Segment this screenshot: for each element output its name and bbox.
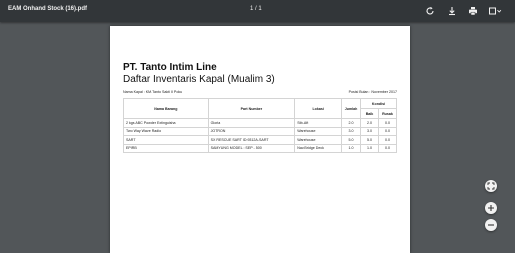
cell-part-number: SAMYUNG MODEL : SEP - 500 [207,143,296,153]
header-part-number: Part Number [207,98,296,119]
cell-quantity: 1.0 [341,143,362,153]
table-row: EPIRB SAMYUNG MODEL : SEP - 500 Nav.Brid… [123,143,398,153]
cell-location: Warehouse [294,126,343,136]
cell-item-name: SART [123,135,209,145]
cell-part-number: SX RESCUE SART ID:9312A-SART [207,135,296,145]
cell-quantity: 3.0 [341,126,362,136]
document-viewer[interactable]: PT. Tanto Intim Line Daftar Inventaris K… [0,22,515,253]
cell-good: 2.0 [360,118,379,128]
cell-good: 5.0 [360,135,379,145]
download-icon[interactable] [446,5,458,17]
cell-item-name: 2 kgs ABC Powder Extinguisha [123,118,209,128]
page-indicator: 1 / 1 [250,6,262,12]
cell-damaged: 0.0 [377,143,398,153]
rotate-icon[interactable] [424,5,436,17]
period-position: Posisi Bulan : November 2017 [348,90,397,94]
cell-part-number: JOTRON [207,126,296,136]
cell-item-name: EPIRB [123,143,209,153]
cell-damaged: 0.0 [377,126,398,136]
header-condition: Kondisi [360,98,397,109]
fit-page-icon[interactable] [485,180,497,192]
inventory-table: Nama Barang Part Number Lokasi Jumlah Ko… [123,98,398,153]
pdf-page: PT. Tanto Intim Line Daftar Inventaris K… [110,26,410,253]
cell-damaged: 0.0 [377,118,398,128]
header-quantity: Jumlah [341,98,362,119]
cell-quantity: 2.0 [341,118,362,128]
header-location: Lokasi [294,98,343,119]
table-row: SART SX RESCUE SART ID:9312A-SART Wareho… [123,135,398,145]
cell-good: 3.0 [360,126,379,136]
cell-damaged: 0.0 [377,135,398,145]
zoom-in-icon[interactable] [485,202,497,214]
print-icon[interactable] [467,5,479,17]
cell-location: Warehouse [294,135,343,145]
header-item-name: Nama Barang [123,98,209,119]
header-damaged: Rusak [377,108,398,119]
header-good: Baik [360,108,379,119]
document-title: EAM Onhand Stock (16).pdf [8,6,88,12]
cell-part-number: Gloria [207,118,296,128]
company-name: PT. Tanto Intim Line [123,62,217,73]
zoom-out-icon[interactable] [485,219,497,231]
table-row: 2 kgs ABC Powder Extinguisha Gloria Stb-… [123,118,398,128]
more-options-icon[interactable] [487,5,503,17]
cell-item-name: Two Way Wave Radio [123,126,209,136]
cell-quantity: 5.0 [341,135,362,145]
document-heading: Daftar Inventaris Kapal (Mualim 3) [123,74,275,85]
cell-good: 1.0 [360,143,379,153]
cell-location: Nav.Bridge Deck [294,143,343,153]
pdf-toolbar: EAM Onhand Stock (16).pdf 1 / 1 [0,0,515,22]
table-row: Two Way Wave Radio JOTRON Warehouse 3.0 … [123,126,398,136]
cell-location: Stb-Aft [294,118,343,128]
vessel-name: Nama Kapal : KM.Tanto Sakti II Poku [123,90,183,94]
